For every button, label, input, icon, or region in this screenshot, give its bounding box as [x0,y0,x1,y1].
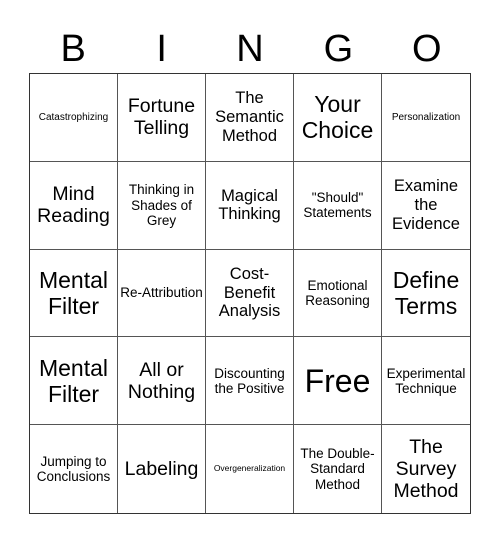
bingo-cell[interactable]: Personalization [382,74,470,162]
bingo-cell[interactable]: Labeling [118,425,206,513]
bingo-cell[interactable]: Thinking in Shades of Grey [118,161,206,250]
bingo-cell[interactable]: Catastrophizing [30,74,118,162]
bingo-cell[interactable]: Jumping to Conclusions [30,425,118,513]
free-space-cell[interactable]: Free [294,337,382,426]
bingo-cell[interactable]: Magical Thinking [206,161,294,250]
bingo-cell[interactable]: Discounting the Positive [206,337,294,426]
bingo-cell[interactable]: Fortune Telling [118,74,206,162]
bingo-cell[interactable]: The Semantic Method [206,74,294,162]
bingo-cell[interactable]: Mental Filter [30,249,118,338]
bingo-cell[interactable]: Examine the Evidence [382,162,470,250]
bingo-cell[interactable]: Re-Attribution [118,249,206,338]
header-letter-o: O [412,28,442,70]
header-letter-i: I [156,28,167,70]
bingo-cell[interactable]: Experimental Technique [382,337,470,426]
bingo-cell[interactable]: Your Choice [294,74,382,162]
bingo-cell[interactable]: The Survey Method [382,425,470,513]
bingo-cell[interactable]: The Double-Standard Method [294,425,382,513]
header-letter-n: N [236,28,264,70]
bingo-cell[interactable]: Define Terms [382,250,470,338]
bingo-cell[interactable]: All or Nothing [118,337,206,426]
bingo-cell[interactable]: "Should" Statements [294,161,382,250]
bingo-cell[interactable]: Cost-Benefit Analysis [206,249,294,338]
header-letter-g: G [323,28,354,70]
bingo-cell[interactable]: Emotional Reasoning [294,249,382,338]
bingo-cell[interactable]: Mind Reading [30,161,118,250]
header-letter-b: B [60,28,86,70]
bingo-cell[interactable]: Overgeneralization [206,425,294,513]
bingo-cell[interactable]: Mental Filter [30,337,118,426]
bingo-header: B I N G O [29,24,471,74]
bingo-grid: Catastrophizing Fortune Telling The Semant… [29,73,471,514]
